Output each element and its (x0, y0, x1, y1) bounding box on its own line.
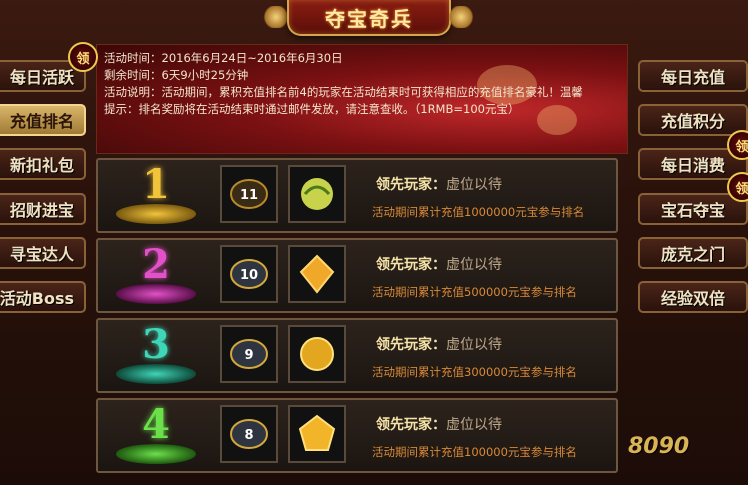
svg-text:9: 9 (244, 348, 253, 363)
rank-4-gem-slot[interactable] (288, 405, 346, 463)
activity-desc-2: 提示：排名奖励将在活动结束时通过邮件发放，请注意查收。（1RMB=100元宝） (104, 102, 520, 116)
title-ornament-left (262, 6, 290, 28)
svg-text:10: 10 (240, 268, 258, 283)
title-plate: 夺宝奇兵 (287, 0, 451, 36)
rank-2-item-slot[interactable]: 10 (220, 245, 278, 303)
rank-1-emblem: 1 (108, 162, 204, 230)
crystal-ore-icon: 10 (230, 259, 268, 289)
rank-row-2: 2 10 领先玩家：虚位以待 活动期间累计充值500000元宝参与排名 (96, 238, 618, 313)
claim-badge-left[interactable]: 领 (68, 42, 98, 72)
rank-1-leader: 领先玩家：虚位以待 (376, 177, 502, 193)
rank-3-gem-slot[interactable] (288, 325, 346, 383)
rank-row-3: 3 9 领先玩家：虚位以待 活动期间累计充值300000元宝参与排名 (96, 318, 618, 393)
right-nav-punk-gate[interactable]: 庞克之门 (638, 237, 748, 269)
rank-4-number: 4 (142, 401, 170, 448)
rank-2-leader: 领先玩家：虚位以待 (376, 257, 502, 273)
gold-orb-icon (300, 337, 334, 371)
svg-text:8: 8 (244, 428, 253, 443)
green-orb-icon (301, 178, 333, 210)
page-title: 夺宝奇兵 (325, 6, 413, 31)
title-ornament-right (447, 6, 475, 28)
left-nav-fortune[interactable]: 招财进宝 (0, 193, 86, 225)
gold-pentagon-gem-icon (298, 414, 336, 451)
rank-1-number: 1 (142, 161, 170, 208)
rank-1-gem-slot[interactable] (288, 165, 346, 223)
left-nav-discount-gift[interactable]: 新扣礼包 (0, 148, 86, 180)
rank-2-gem-slot[interactable] (288, 245, 346, 303)
rank-3-number: 3 (142, 321, 170, 368)
rank-row-1: 1 11 领先玩家：虚位以待 活动期间累计充值1000000元宝参与排名 (96, 158, 618, 233)
crystal-ore-icon: 11 (230, 179, 268, 209)
right-nav-double-exp[interactable]: 经验双倍 (638, 281, 748, 313)
rank-2-number: 2 (142, 241, 170, 288)
svg-text:11: 11 (240, 188, 258, 203)
rank-1-requirement: 活动期间累计充值1000000元宝参与排名 (372, 205, 585, 219)
rank-4-leader: 领先玩家：虚位以待 (376, 417, 502, 433)
right-nav-recharge-points[interactable]: 充值积分 (638, 104, 748, 136)
left-nav-treasure-hunter[interactable]: 寻宝达人 (0, 237, 86, 269)
rank-row-4: 4 8 领先玩家：虚位以待 活动期间累计充值100000元宝参与排名 (96, 398, 618, 473)
crystal-ore-icon: 8 (230, 419, 268, 449)
rank-1-item-slot[interactable]: 11 (220, 165, 278, 223)
rank-4-item-slot[interactable]: 8 (220, 405, 278, 463)
gold-gem-icon (299, 254, 335, 294)
rank-3-item-slot[interactable]: 9 (220, 325, 278, 383)
rank-3-leader: 领先玩家：虚位以待 (376, 337, 502, 353)
site-watermark: 8090 (628, 434, 690, 459)
rank-3-emblem: 3 (108, 322, 204, 390)
left-nav-recharge-rank[interactable]: 充值排名 (0, 104, 86, 136)
crystal-ore-icon: 9 (230, 339, 268, 369)
rank-4-emblem: 4 (108, 402, 204, 470)
rank-3-requirement: 活动期间累计充值300000元宝参与排名 (372, 365, 577, 379)
remaining-time: 剩余时间：6天9小时25分钟 (104, 68, 249, 82)
activity-time: 活动时间：2016年6月24日~2016年6月30日 (104, 51, 343, 65)
left-nav-activity-boss[interactable]: 活动Boss (0, 281, 86, 313)
right-nav-daily-recharge[interactable]: 每日充值 (638, 60, 748, 92)
activity-desc-1: 活动说明：活动期间，累积充值排名前4的玩家在活动结束时可获得相应的充值排名豪礼！… (104, 85, 583, 99)
rank-4-requirement: 活动期间累计充值100000元宝参与排名 (372, 445, 577, 459)
rank-2-requirement: 活动期间累计充值500000元宝参与排名 (372, 285, 577, 299)
rank-2-emblem: 2 (108, 242, 204, 310)
activity-info: 活动时间：2016年6月24日~2016年6月30日 剩余时间：6天9小时25分… (104, 50, 624, 118)
